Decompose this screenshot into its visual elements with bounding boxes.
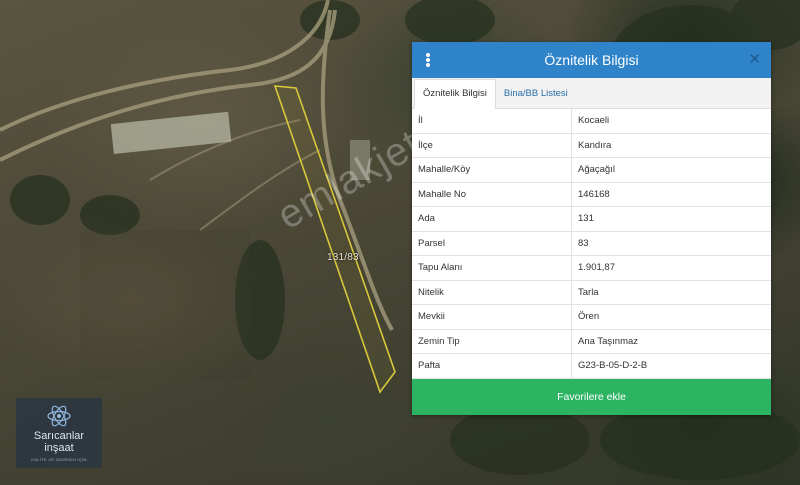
- tab-building-list[interactable]: Bina/BB Listesi: [496, 80, 576, 108]
- attribute-key: İlçe: [412, 133, 572, 158]
- attribute-key: Nitelik: [412, 280, 572, 305]
- table-row: Mahalle/Köy Ağaçağıl: [412, 157, 771, 183]
- attribute-key: Mevkii: [412, 304, 572, 330]
- table-row: Parsel 83: [412, 231, 771, 256]
- panel-header: Öznitelik Bilgisi ✕: [412, 42, 771, 78]
- table-row: Tapu Alanı 1.901,87: [412, 255, 771, 281]
- attribute-value: 131: [571, 206, 771, 232]
- attribute-value: 83: [571, 231, 771, 256]
- attribute-info-panel: Öznitelik Bilgisi ✕ Öznitelik Bilgisi Bi…: [412, 42, 771, 415]
- parcel-label: 131/83: [327, 252, 359, 263]
- company-logo: Sarıcanlar inşaat KALİTE VE GÜVENİN İÇİN: [16, 398, 102, 468]
- parcel-outline[interactable]: [273, 85, 396, 394]
- table-row: Mevkii Ören: [412, 304, 771, 330]
- attribute-key: Parsel: [412, 231, 572, 256]
- table-row: Zemin Tip Ana Taşınmaz: [412, 329, 771, 354]
- attribute-table: İl Kocaeli İlçe Kandıra Mahalle/Köy Ağaçağıl M…: [412, 109, 771, 379]
- attribute-key: Mahalle/Köy: [412, 157, 572, 183]
- tab-attribute-info[interactable]: Öznitelik Bilgisi: [414, 79, 496, 109]
- logo-name-line1: Sarıcanlar: [33, 430, 85, 442]
- attribute-key: İl: [412, 109, 572, 134]
- table-row: Mahalle No 146168: [412, 182, 771, 207]
- panel-tabs: Öznitelik Bilgisi Bina/BB Listesi: [412, 78, 771, 109]
- attribute-value: 146168: [571, 182, 771, 207]
- add-to-favorites-button[interactable]: Favorilere ekle: [412, 378, 771, 415]
- logo-tagline: KALİTE VE GÜVENİN İÇİN: [31, 457, 87, 462]
- table-row: İlçe Kandıra: [412, 133, 771, 158]
- vertical-dots-icon[interactable]: [426, 53, 430, 67]
- table-row: Nitelik Tarla: [412, 280, 771, 305]
- attribute-key: Mahalle No: [412, 182, 572, 207]
- attribute-value: Ağaçağıl: [571, 157, 771, 183]
- attribute-key: Pafta: [412, 353, 572, 379]
- attribute-value: 1.901,87: [571, 255, 771, 281]
- attribute-key: Ada: [412, 206, 572, 232]
- attribute-value: Ören: [571, 304, 771, 330]
- attribute-key: Zemin Tip: [412, 329, 572, 354]
- panel-title: Öznitelik Bilgisi: [544, 52, 639, 68]
- attribute-value: Kandıra: [571, 133, 771, 158]
- attribute-key: Tapu Alanı: [412, 255, 572, 281]
- atom-icon: [47, 405, 71, 427]
- logo-name-line2: inşaat: [44, 442, 74, 454]
- attribute-value: Kocaeli: [571, 109, 771, 134]
- table-row: Ada 131: [412, 206, 771, 232]
- table-row: Pafta G23-B-05-D-2-B: [412, 353, 771, 379]
- table-row: İl Kocaeli: [412, 109, 771, 134]
- attribute-value: G23-B-05-D-2-B: [571, 353, 771, 379]
- attribute-value: Ana Taşınmaz: [571, 329, 771, 354]
- orchard-rows: [80, 230, 250, 380]
- close-icon[interactable]: ✕: [748, 51, 761, 69]
- attribute-value: Tarla: [571, 280, 771, 305]
